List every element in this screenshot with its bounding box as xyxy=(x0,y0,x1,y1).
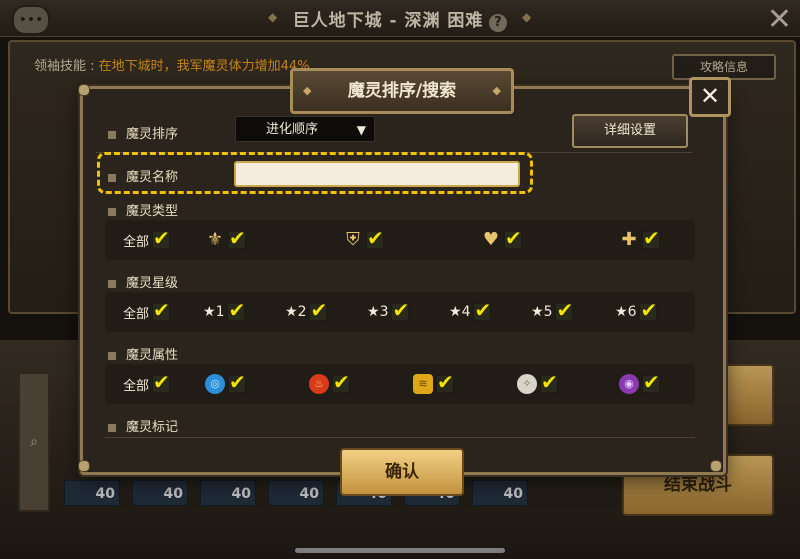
corner-ornament xyxy=(78,84,90,96)
bullet-icon xyxy=(108,351,116,360)
checkbox-checked-icon[interactable] xyxy=(504,226,522,250)
type-option-support[interactable]: ✚ xyxy=(619,220,660,260)
grade-label: 魔灵星级 xyxy=(108,272,178,291)
option-label: 全部 xyxy=(123,378,150,394)
checkbox-checked-icon[interactable] xyxy=(642,226,660,250)
water-element-icon: ◎ xyxy=(205,374,225,394)
title-ornament-icon: ◆ xyxy=(303,84,312,97)
type-option-hp[interactable]: ♥ xyxy=(481,220,522,260)
confirm-button[interactable]: 确认 xyxy=(340,448,464,496)
star-icon: ★ xyxy=(531,304,544,320)
sort-label: 魔灵排序 xyxy=(108,123,178,142)
element-option-wind[interactable]: ≋ xyxy=(413,364,454,404)
element-option-all[interactable]: 全部 xyxy=(123,364,171,404)
checkbox-checked-icon[interactable] xyxy=(555,298,574,322)
bullet-icon xyxy=(108,423,116,432)
option-label: 全部 xyxy=(123,234,150,250)
grade-label-text: 魔灵星级 xyxy=(126,276,179,291)
type-option-all[interactable]: 全部 xyxy=(123,220,171,260)
option-label: 全部 xyxy=(123,306,150,322)
grade-number: 1 xyxy=(215,304,225,320)
element-label: 魔灵属性 xyxy=(108,344,178,363)
checkbox-checked-icon[interactable] xyxy=(391,298,410,322)
grade-option-6[interactable]: ★ 6 xyxy=(615,292,658,332)
checkbox-checked-icon[interactable] xyxy=(309,298,328,322)
modal-title: ◆ 魔灵排序/搜索 ◆ xyxy=(290,68,514,114)
modal-title-text: 魔灵排序/搜索 xyxy=(347,81,457,101)
detail-settings-button[interactable]: 详细设置 xyxy=(572,114,688,148)
hp-type-icon: ♥ xyxy=(482,229,500,250)
mark-label-text: 魔灵标记 xyxy=(126,420,179,435)
element-option-fire[interactable]: ♨ xyxy=(309,364,350,404)
star-icon: ★ xyxy=(203,304,216,320)
checkbox-checked-icon[interactable] xyxy=(227,298,246,322)
grade-option-4[interactable]: ★ 4 xyxy=(449,292,492,332)
sort-label-text: 魔灵排序 xyxy=(126,127,179,142)
type-option-attack[interactable]: ⚜ xyxy=(205,220,246,260)
checkbox-checked-icon[interactable] xyxy=(152,370,171,394)
light-element-icon: ✧ xyxy=(517,374,537,394)
grade-filter-row: 全部 ★ 1 ★ 2 ★ 3 ★ 4 ★ 5 ★ 6 xyxy=(105,292,695,332)
corner-ornament xyxy=(710,460,722,472)
element-option-dark[interactable]: ◉ xyxy=(619,364,660,404)
type-label-text: 魔灵类型 xyxy=(126,204,179,219)
mark-label: 魔灵标记 xyxy=(108,416,178,435)
checkbox-checked-icon[interactable] xyxy=(473,298,492,322)
bullet-icon xyxy=(108,279,116,288)
name-label: 魔灵名称 xyxy=(108,166,178,185)
corner-ornament xyxy=(78,460,90,472)
dark-element-icon: ◉ xyxy=(619,374,639,394)
element-label-text: 魔灵属性 xyxy=(126,348,179,363)
element-option-water[interactable]: ◎ xyxy=(205,364,246,404)
grade-option-2[interactable]: ★ 2 xyxy=(285,292,328,332)
star-icon: ★ xyxy=(449,304,462,320)
checkbox-checked-icon[interactable] xyxy=(366,226,384,250)
bullet-icon xyxy=(108,173,116,182)
monster-name-input[interactable] xyxy=(234,161,520,187)
star-icon: ★ xyxy=(285,304,298,320)
bullet-icon xyxy=(108,207,116,216)
defense-type-icon: ⛨ xyxy=(346,229,360,250)
attack-type-icon: ⚜ xyxy=(206,229,224,250)
type-label: 魔灵类型 xyxy=(108,200,178,219)
checkbox-checked-icon[interactable] xyxy=(642,370,660,394)
grade-option-all[interactable]: 全部 xyxy=(123,292,171,332)
divider xyxy=(105,437,695,438)
checkbox-checked-icon[interactable] xyxy=(152,226,171,250)
checkbox-checked-icon[interactable] xyxy=(332,370,350,394)
checkbox-checked-icon[interactable] xyxy=(228,226,246,250)
grade-number: 6 xyxy=(627,304,637,320)
grade-number: 4 xyxy=(461,304,471,320)
grade-option-1[interactable]: ★ 1 xyxy=(203,292,246,332)
modal-close-button[interactable]: ✕ xyxy=(689,77,731,117)
star-icon: ★ xyxy=(615,304,628,320)
grade-option-3[interactable]: ★ 3 xyxy=(367,292,410,332)
grade-option-5[interactable]: ★ 5 xyxy=(531,292,574,332)
grade-number: 3 xyxy=(379,304,389,320)
grade-number: 2 xyxy=(297,304,307,320)
type-filter-row: 全部 ⚜ ⛨ ♥ ✚ xyxy=(105,220,695,260)
sort-dropdown[interactable]: 进化顺序 ▼ xyxy=(235,116,375,142)
checkbox-checked-icon[interactable] xyxy=(228,370,246,394)
fire-element-icon: ♨ xyxy=(309,374,329,394)
type-option-defense[interactable]: ⛨ xyxy=(343,220,384,260)
name-label-text: 魔灵名称 xyxy=(126,170,179,185)
grade-number: 5 xyxy=(543,304,553,320)
sort-dropdown-value: 进化顺序 xyxy=(266,122,319,137)
dropdown-arrow-icon: ▼ xyxy=(356,123,366,137)
star-icon: ★ xyxy=(367,304,380,320)
element-option-light[interactable]: ✧ xyxy=(517,364,558,404)
title-ornament-icon: ◆ xyxy=(492,84,501,97)
bullet-icon xyxy=(108,130,116,139)
element-filter-row: 全部 ◎ ♨ ≋ ✧ ◉ xyxy=(105,364,695,404)
checkbox-checked-icon[interactable] xyxy=(436,370,454,394)
checkbox-checked-icon[interactable] xyxy=(540,370,558,394)
checkbox-checked-icon[interactable] xyxy=(152,298,171,322)
checkbox-checked-icon[interactable] xyxy=(639,298,658,322)
wind-element-icon: ≋ xyxy=(413,374,433,394)
support-type-icon: ✚ xyxy=(621,229,637,250)
